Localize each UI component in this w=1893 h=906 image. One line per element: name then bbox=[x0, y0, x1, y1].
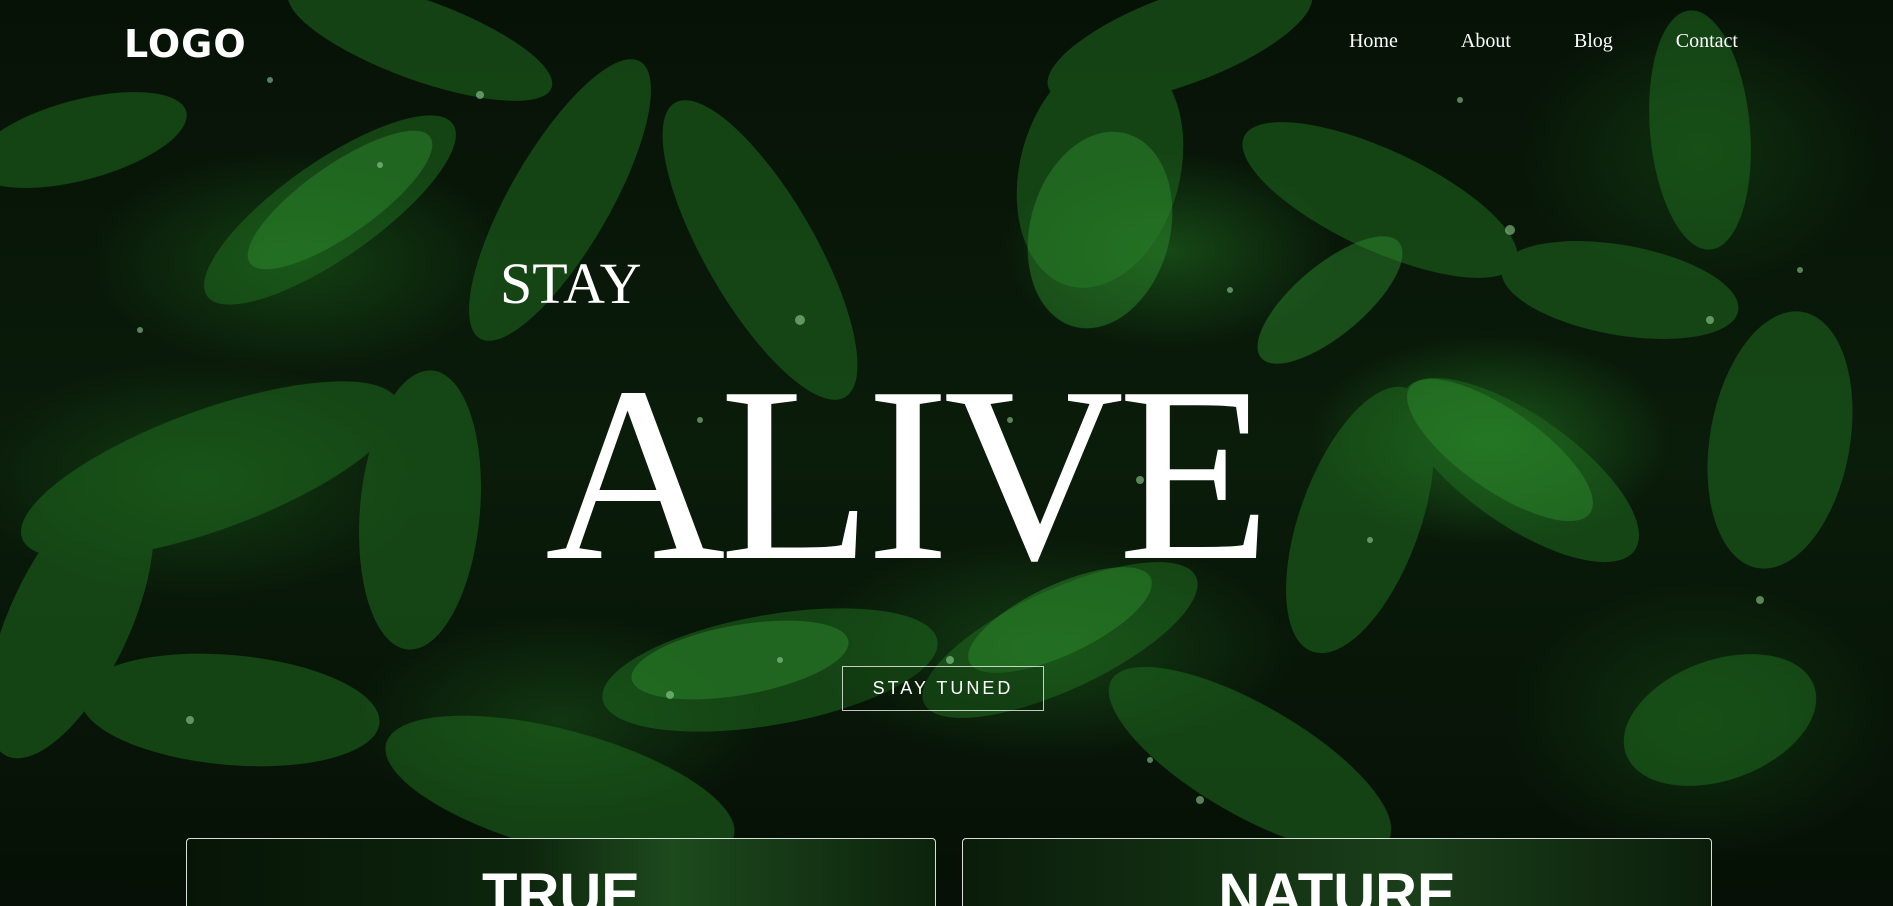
card-true[interactable]: TRUE bbox=[186, 838, 936, 906]
card-title: NATURE bbox=[1218, 862, 1456, 906]
logo[interactable]: LOGO bbox=[124, 22, 247, 66]
hero-kicker: STAY bbox=[500, 251, 642, 316]
main-nav: Home About Blog Contact bbox=[1286, 30, 1738, 53]
card-title: TRUE bbox=[482, 862, 640, 906]
card-nature[interactable]: NATURE bbox=[962, 838, 1712, 906]
nav-about[interactable]: About bbox=[1461, 30, 1511, 53]
nav-home[interactable]: Home bbox=[1349, 30, 1398, 53]
hero-headline: ALIVE bbox=[545, 336, 1271, 613]
stay-tuned-button[interactable]: STAY TUNED bbox=[842, 666, 1044, 711]
nav-contact[interactable]: Contact bbox=[1676, 30, 1738, 53]
nav-blog[interactable]: Blog bbox=[1574, 30, 1613, 53]
